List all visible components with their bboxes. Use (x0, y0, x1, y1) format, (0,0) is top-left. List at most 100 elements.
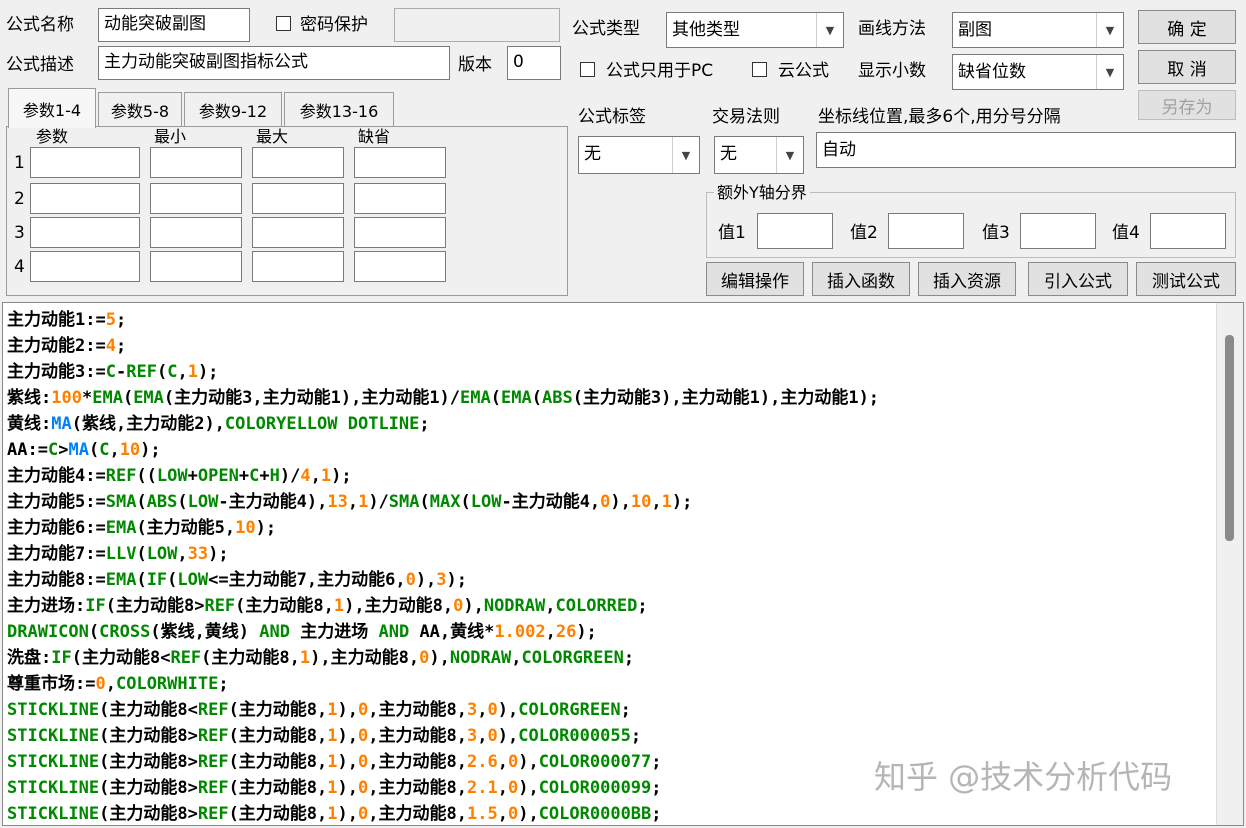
code-token: ; (115, 310, 127, 330)
param-3-min[interactable] (150, 217, 242, 248)
code-token: IF (51, 648, 72, 668)
code-token: 1 (327, 804, 338, 824)
code-token: 2.1 (466, 778, 498, 798)
code-token: SMA (105, 492, 137, 512)
password-input[interactable] (394, 8, 560, 42)
code-token: (主力动能8, (201, 648, 300, 668)
scrollbar-thumb[interactable] (1225, 335, 1234, 541)
code-token: ), (610, 492, 631, 512)
param-2-max[interactable] (252, 183, 344, 214)
formula-name-input[interactable]: 动能突破副图 (98, 8, 250, 42)
code-token: ; (620, 700, 631, 720)
param-row-number: 1 (14, 153, 25, 173)
code-token: 100 (51, 388, 82, 408)
param-4-default[interactable] (354, 251, 446, 282)
code-token: ), (518, 778, 539, 798)
code-token: ,主力动能8, (368, 778, 467, 798)
code-token: 1 (327, 726, 338, 746)
code-token: LLV (105, 544, 137, 564)
formula-type-select[interactable]: 其他类型 ▼ (666, 12, 844, 48)
code-token: 主力动能1:= (7, 310, 106, 330)
code-token: 1.5 (466, 804, 498, 824)
param-4-min[interactable] (150, 251, 242, 282)
code-token: DRAWICON (7, 622, 89, 642)
code-token: COLOR000077 (538, 752, 652, 772)
param-1-name[interactable] (30, 147, 140, 178)
code-token: 主力进场: (7, 596, 86, 616)
code-token: 1 (661, 492, 672, 512)
code-token: > (58, 440, 69, 460)
code-editor[interactable]: 主力动能1:=5; 主力动能2:=4; 主力动能3:=C-REF(C,1); 紫线:1… (2, 302, 1244, 826)
param-3-max[interactable] (252, 217, 344, 248)
insert-function-button[interactable]: 插入函数 (812, 262, 910, 296)
chevron-down-icon: ▼ (672, 137, 699, 173)
vertical-scrollbar[interactable] (1216, 303, 1243, 825)
tab-params-1-4[interactable]: 参数1-4 (8, 88, 96, 128)
param-1-max[interactable] (252, 147, 344, 178)
code-token: ), (337, 778, 359, 798)
test-formula-button[interactable]: 测试公式 (1136, 262, 1236, 296)
cloud-checkbox[interactable] (752, 62, 767, 77)
chevron-down-icon: ▼ (776, 137, 803, 173)
pc-only-checkbox[interactable] (580, 62, 595, 77)
code-token: ,主力动能8, (368, 752, 467, 772)
code-token: AND (259, 622, 290, 642)
code-token: ; (637, 596, 648, 616)
password-checkbox[interactable] (276, 16, 291, 31)
tab-params-13-16[interactable]: 参数13-16 (284, 92, 394, 126)
code-token: COLOR0000BB (538, 804, 652, 824)
param-2-default[interactable] (354, 183, 446, 214)
version-input[interactable]: 0 (507, 46, 561, 80)
value1-input[interactable] (757, 213, 833, 249)
code-token: 0 (487, 726, 498, 746)
code-token: , (497, 752, 508, 772)
code-token: ),主力动能8, (344, 596, 454, 616)
code-token: C (99, 440, 110, 460)
insert-resource-button[interactable]: 插入资源 (918, 262, 1016, 296)
coord-line-input[interactable]: 自动 (816, 132, 1236, 168)
tab-params-5-8[interactable]: 参数5-8 (98, 92, 182, 126)
value4-input[interactable] (1150, 213, 1226, 249)
param-3-name[interactable] (30, 217, 140, 248)
code-token: + (238, 466, 250, 486)
draw-method-select[interactable]: 副图 ▼ (952, 12, 1124, 48)
param-2-name[interactable] (30, 183, 140, 214)
code-token: STICKLINE (7, 752, 100, 772)
code-token: NODRAW (449, 648, 512, 668)
code-token: 主力动能2:= (7, 336, 106, 356)
code-token: ; (115, 336, 127, 356)
code-token: LOW (187, 492, 219, 512)
decimals-select[interactable]: 缺省位数 ▼ (952, 54, 1124, 90)
param-4-name[interactable] (30, 251, 140, 282)
code-token: 1 (320, 466, 332, 486)
param-1-default[interactable] (354, 147, 446, 178)
tab-params-9-12[interactable]: 参数9-12 (184, 92, 282, 126)
code-token: + (187, 466, 198, 486)
formula-tag-select[interactable]: 无 ▼ (578, 136, 700, 174)
chevron-down-icon: ▼ (1096, 55, 1123, 89)
ok-button[interactable]: 确 定 (1138, 10, 1236, 44)
param-2-min[interactable] (150, 183, 242, 214)
code-token: , (477, 700, 488, 720)
code-token: -主力动能4), (218, 492, 328, 512)
code-token: ,主力动能8, (368, 700, 467, 720)
param-row-number: 3 (14, 223, 25, 243)
param-3-default[interactable] (354, 217, 446, 248)
code-token: 0 (358, 700, 369, 720)
cancel-button[interactable]: 取 消 (1138, 50, 1236, 84)
import-formula-button[interactable]: 引入公式 (1028, 262, 1128, 296)
save-as-button[interactable]: 另存为 (1138, 90, 1236, 120)
code-token: ), (337, 726, 359, 746)
code-token: (主力动能3),主力动能1),主力动能1); (572, 388, 880, 408)
param-4-max[interactable] (252, 251, 344, 282)
code-token: , (177, 544, 188, 564)
trade-rule-select[interactable]: 无 ▼ (714, 136, 804, 174)
param-1-min[interactable] (150, 147, 242, 178)
code-token: , (177, 362, 188, 382)
edit-operation-button[interactable]: 编辑操作 (706, 262, 804, 296)
formula-desc-input[interactable]: 主力动能突破副图指标公式 (98, 46, 450, 80)
value2-input[interactable] (888, 213, 964, 249)
value3-input[interactable] (1020, 213, 1096, 249)
code-token: MA (68, 440, 89, 460)
code-token: REF (170, 648, 202, 668)
